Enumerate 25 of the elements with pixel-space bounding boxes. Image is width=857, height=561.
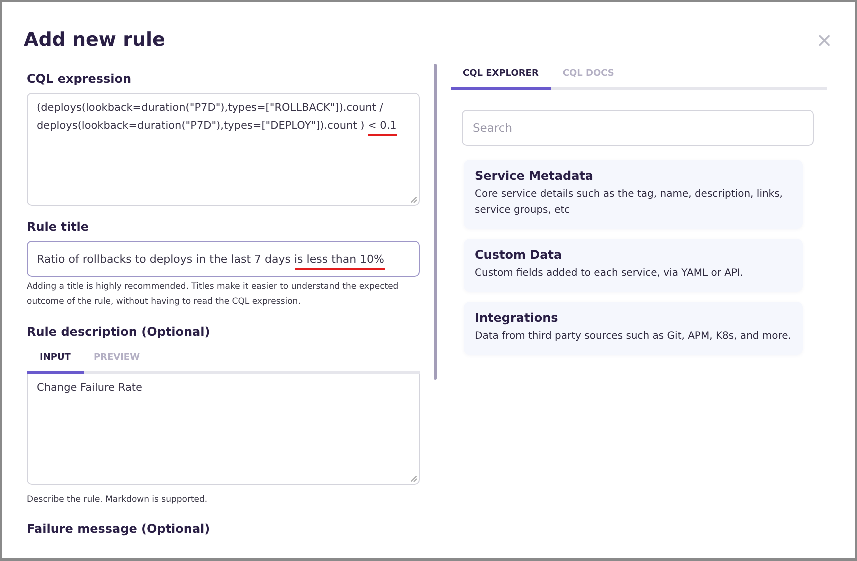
field-label: CQL expression bbox=[27, 72, 133, 86]
dialog-title: Add new rule bbox=[24, 29, 166, 51]
card-description: Core service details such as the tag, name, description, links, service groups, etc bbox=[475, 188, 784, 218]
card-description: Custom fields added to each service, via YAML or API. bbox=[475, 267, 745, 281]
description-field[interactable]: Change Failure Rate bbox=[27, 374, 420, 485]
field-label: Rule description (Optional) bbox=[27, 325, 212, 339]
help-text: Adding a title is highly recommended. Titles make it easier to understand the expected outcome of the rule, without having to read the CQL expression. bbox=[27, 281, 400, 309]
explorer-card[interactable]: Service Metadata Core service details such as the tag, name, description, links, service groups, etc bbox=[464, 160, 803, 229]
card-title: Integrations bbox=[475, 311, 560, 325]
expression-field[interactable]: (deploys(lookback=duration("P7D"),types=["ROLLBACK"]).count / deploys(lookback=duration("P7D"),types=["DEPLOY"]).count ) < 0.1 bbox=[27, 93, 420, 206]
card-title: Service Metadata bbox=[475, 169, 594, 183]
card-description: Data from third party sources such as Git, APM, K8s, and more. bbox=[475, 330, 792, 344]
title-field[interactable]: Ratio of rollbacks to deploys in the last 7 days is less than 10% bbox=[27, 241, 420, 277]
resize-handle-icon[interactable] bbox=[411, 476, 417, 482]
field-label: Failure message (Optional) bbox=[27, 522, 212, 536]
card-title: Custom Data bbox=[475, 248, 564, 262]
resize-handle-icon[interactable] bbox=[411, 197, 417, 203]
explorer-card[interactable]: Integrations Data from third party sources such as Git, APM, K8s, and more. bbox=[464, 302, 803, 355]
tab[interactable]: CQL EXPLORER bbox=[451, 69, 551, 90]
tab[interactable]: INPUT bbox=[27, 353, 84, 374]
search-field[interactable]: Search bbox=[462, 110, 814, 146]
field-label: Rule title bbox=[27, 220, 90, 234]
help-text: Describe the rule. Markdown is supported. bbox=[27, 494, 209, 507]
scrollbar[interactable] bbox=[434, 64, 437, 380]
explorer-card[interactable]: Custom Data Custom fields added to each service, via YAML or API. bbox=[464, 239, 803, 292]
